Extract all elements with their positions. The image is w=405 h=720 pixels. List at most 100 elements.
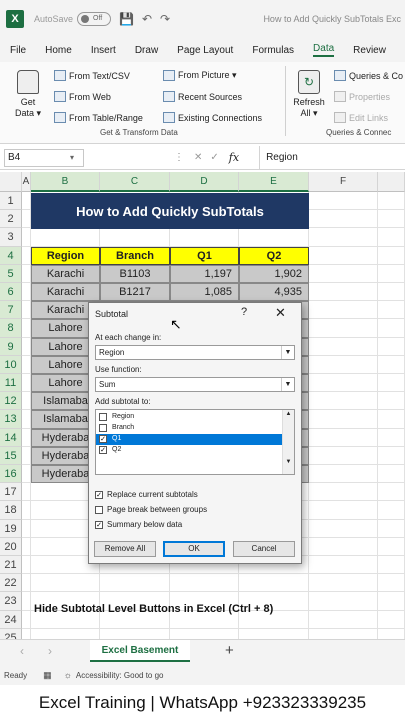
grid-cell[interactable] — [309, 374, 378, 393]
grid-cell[interactable] — [378, 283, 405, 302]
replace-current-checkbox[interactable]: ✓ — [95, 490, 103, 499]
macro-recording-icon[interactable]: ▦ — [43, 670, 52, 681]
subtotal-field-item[interactable]: Region — [96, 412, 282, 423]
grid-cell[interactable] — [378, 228, 405, 247]
grid-cell[interactable] — [22, 592, 31, 611]
field-checkbox[interactable] — [99, 424, 107, 432]
subtotal-field-item[interactable]: ✓ Q1 — [96, 434, 282, 445]
grid-cell[interactable] — [309, 610, 378, 629]
grid-cell[interactable] — [378, 465, 405, 484]
cancel-icon[interactable]: ✕ — [194, 152, 202, 163]
table-cell[interactable]: 4,935 — [239, 283, 309, 302]
grid-cell[interactable] — [309, 537, 378, 556]
undo-icon[interactable]: ↶ — [142, 12, 152, 26]
grid-cell[interactable] — [378, 501, 405, 520]
tab-review[interactable]: Review — [353, 45, 386, 56]
grid-cell[interactable] — [22, 374, 31, 393]
grid-cell[interactable] — [378, 192, 405, 211]
tab-insert[interactable]: Insert — [91, 45, 116, 56]
add-sheet-icon[interactable]: + — [225, 642, 234, 659]
grid-cell[interactable] — [378, 592, 405, 611]
grid-cell[interactable] — [378, 319, 405, 338]
sheet-tab-excel-basement[interactable]: Excel Basement — [90, 640, 190, 662]
grid-cell[interactable] — [378, 337, 405, 356]
scroll-down-icon[interactable]: ▼ — [283, 459, 294, 465]
grid-cell[interactable] — [309, 574, 378, 593]
edit-links-button[interactable]: Edit Links — [334, 112, 388, 123]
grid-cell[interactable] — [309, 501, 378, 520]
column-header-e[interactable]: E — [239, 172, 309, 192]
grid-cell[interactable] — [22, 192, 31, 211]
row-header[interactable]: 13 — [0, 410, 22, 429]
field-checkbox[interactable]: ✓ — [99, 435, 107, 443]
row-header[interactable]: 21 — [0, 556, 22, 575]
table-cell[interactable]: 1,197 — [170, 264, 239, 283]
grid-cell[interactable] — [378, 428, 405, 447]
grid-cell[interactable] — [22, 283, 31, 302]
row-header[interactable]: 2 — [0, 210, 22, 229]
autosave-toggle[interactable]: Off — [77, 12, 112, 26]
table-cell[interactable]: 1,085 — [170, 283, 239, 302]
grid-cell[interactable] — [22, 410, 31, 429]
grid-cell[interactable] — [378, 374, 405, 393]
tab-file[interactable]: File — [10, 45, 26, 56]
row-header[interactable]: 19 — [0, 519, 22, 538]
row-header[interactable]: 1 — [0, 192, 22, 211]
grid-cell[interactable] — [170, 574, 239, 593]
grid-cell[interactable] — [239, 574, 309, 593]
enter-icon[interactable]: ✓ — [210, 152, 218, 163]
grid-cell[interactable] — [378, 537, 405, 556]
grid-cell[interactable] — [239, 228, 309, 247]
list-scrollbar[interactable]: ▲ ▼ — [282, 410, 294, 474]
tab-page-layout[interactable]: Page Layout — [177, 45, 233, 56]
grid-cell[interactable] — [309, 283, 378, 302]
page-break-checkbox[interactable] — [95, 505, 103, 514]
column-header-d[interactable]: D — [170, 172, 239, 192]
table-header-cell[interactable]: Branch — [100, 246, 170, 265]
row-header[interactable]: 12 — [0, 392, 22, 411]
grid-cell[interactable] — [22, 446, 31, 465]
grid-cell[interactable] — [378, 210, 405, 229]
grid-cell[interactable] — [31, 574, 100, 593]
cancel-button[interactable]: Cancel — [233, 541, 295, 557]
grid-cell[interactable] — [22, 337, 31, 356]
grid-cell[interactable] — [378, 264, 405, 283]
grid-cell[interactable] — [22, 264, 31, 283]
grid-cell[interactable] — [378, 556, 405, 575]
row-header[interactable]: 24 — [0, 610, 22, 629]
grid-cell[interactable] — [22, 537, 31, 556]
table-header-cell[interactable]: Q2 — [239, 246, 309, 265]
tab-formulas[interactable]: Formulas — [252, 45, 294, 56]
grid-cell[interactable] — [22, 483, 31, 502]
more-icon[interactable]: ⋮ — [174, 152, 184, 163]
grid-cell[interactable] — [378, 446, 405, 465]
save-icon[interactable]: 💾 — [119, 12, 134, 26]
grid-cell[interactable] — [22, 556, 31, 575]
row-header[interactable]: 18 — [0, 501, 22, 520]
accessibility-icon[interactable]: ☼ — [64, 670, 72, 680]
table-cell[interactable]: 1,902 — [239, 264, 309, 283]
row-header[interactable]: 17 — [0, 483, 22, 502]
row-header[interactable]: 23 — [0, 592, 22, 611]
from-web-button[interactable]: From Web — [54, 91, 111, 102]
grid-cell[interactable] — [309, 210, 378, 229]
grid-cell[interactable] — [22, 610, 31, 629]
grid-cell[interactable] — [378, 574, 405, 593]
grid-cell[interactable] — [22, 319, 31, 338]
grid-cell[interactable] — [309, 392, 378, 411]
grid-cell[interactable] — [309, 519, 378, 538]
grid-cell[interactable] — [309, 319, 378, 338]
refresh-all-button[interactable]: ↻ Refresh All ▾ — [290, 70, 328, 119]
grid-cell[interactable] — [22, 246, 31, 265]
row-header[interactable]: 10 — [0, 355, 22, 374]
field-checkbox[interactable] — [99, 413, 107, 421]
grid-cell[interactable] — [378, 392, 405, 411]
subtotal-field-item[interactable]: Branch — [96, 423, 282, 434]
grid-cell[interactable] — [22, 501, 31, 520]
row-header[interactable]: 4 — [0, 246, 22, 265]
from-text-csv-button[interactable]: From Text/CSV — [54, 70, 130, 81]
chevron-down-icon[interactable]: ▼ — [281, 378, 294, 391]
grid-cell[interactable] — [100, 574, 170, 593]
summary-below-checkbox[interactable]: ✓ — [95, 520, 103, 529]
grid-cell[interactable] — [170, 228, 239, 247]
